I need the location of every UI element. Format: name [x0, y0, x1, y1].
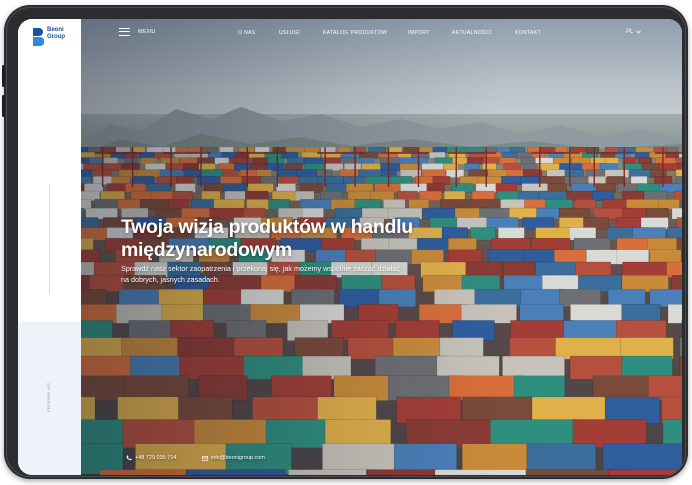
language-label: PL: [626, 29, 634, 35]
left-panel: Beoni Group PRZEWIŃ NIŻ: [18, 19, 81, 475]
logo-line-2: Group: [47, 34, 65, 40]
hamburger-icon: [119, 28, 130, 36]
divider-line: [49, 184, 50, 294]
phone-number: +48 729 035 714: [135, 455, 177, 461]
menu-button[interactable]: MENU: [119, 28, 156, 36]
volume-button: [2, 65, 5, 87]
nav-link-import[interactable]: IMPORT: [408, 30, 430, 36]
volume-button: [2, 95, 5, 117]
email-icon: [202, 455, 208, 461]
email-address: info@beonigroup.com: [211, 455, 265, 461]
logo-icon: [33, 28, 44, 46]
logo[interactable]: Beoni Group: [32, 27, 65, 47]
contact-email[interactable]: info@beonigroup.com: [202, 455, 265, 461]
logo-text: Beoni Group: [47, 27, 65, 41]
scroll-down-label[interactable]: PRZEWIŃ NIŻ: [46, 383, 51, 412]
nav-link-about[interactable]: O NAS: [238, 30, 256, 36]
nav-link-contact[interactable]: KONTAKT: [515, 30, 541, 36]
hero-title: Twoja wizja produktów w handlu międzynar…: [121, 216, 413, 261]
logo-line-1: Beoni: [47, 27, 64, 33]
nav-link-news[interactable]: AKTUALNOŚCI: [452, 30, 492, 36]
hero-subtitle: Sprawdź nasz sektor zaopatrzenia i przek…: [121, 264, 405, 284]
top-navigation: MENU O NAS USŁUGI KATALOG PRODUKTÓW IMPO…: [81, 19, 682, 49]
screen: Beoni Group PRZEWIŃ NIŻ MENU O NAS USŁUG…: [18, 19, 682, 475]
contact-phone[interactable]: +48 729 035 714: [126, 455, 176, 461]
menu-label: MENU: [138, 29, 156, 35]
tablet-frame: Beoni Group PRZEWIŃ NIŻ MENU O NAS USŁUG…: [2, 5, 688, 479]
nav-link-catalog[interactable]: KATALOG PRODUKTÓW: [323, 30, 387, 36]
chevron-down-icon: [636, 30, 642, 34]
nav-link-services[interactable]: USŁUGI: [279, 30, 300, 36]
language-selector[interactable]: PL: [626, 29, 642, 35]
phone-icon: [126, 455, 132, 461]
